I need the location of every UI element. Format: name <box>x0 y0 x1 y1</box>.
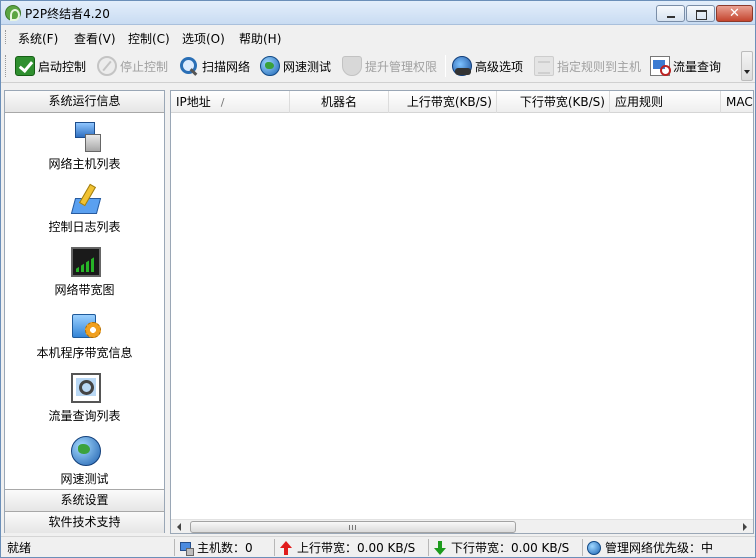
nav-label: 流量查询列表 <box>48 409 121 423</box>
status-ready-text: 就绪 <box>7 541 32 555</box>
system-info-header[interactable]: 系统运行信息 <box>5 91 164 113</box>
upload-text: 上行带宽：0.00 KB/S <box>297 541 416 555</box>
system-settings-button[interactable]: 系统设置 <box>5 489 164 511</box>
menu-grip[interactable] <box>5 30 8 44</box>
menu-view[interactable]: 查看(V) <box>71 30 119 47</box>
sort-indicator: / <box>220 96 225 109</box>
column-applied-rule[interactable]: 应用规则 <box>610 91 721 113</box>
toolbar-overflow-button[interactable] <box>741 51 753 81</box>
nav-label: 网络主机列表 <box>48 157 121 171</box>
column-upload-bandwidth[interactable]: 上行带宽(KB/S) <box>389 91 497 113</box>
close-button[interactable]: ✕ <box>716 5 753 22</box>
upload-arrow-icon <box>279 540 293 555</box>
scan-network-button[interactable]: 扫描网络 <box>179 54 250 78</box>
host-count-text: 主机数：0 <box>197 541 253 555</box>
nav-item-network-hosts[interactable]: 网络主机列表 <box>5 117 164 175</box>
column-label: IP地址 <box>176 95 211 109</box>
host-list-view: IP地址 / 机器名 上行带宽(KB/S) 下行带宽(KB/S) 应用规则 MAC… <box>170 90 754 534</box>
horizontal-scrollbar[interactable] <box>171 519 753 533</box>
app-logo-icon <box>5 5 21 21</box>
scrollbar-thumb[interactable] <box>190 521 516 533</box>
left-nav-panel: 系统运行信息 网络主机列表 控制日志列表 网络带宽图 本机程序带宽信息 流量查询… <box>4 90 165 533</box>
status-download: 下行带宽：0.00 KB/S <box>428 539 580 556</box>
list-body[interactable] <box>171 113 753 519</box>
speed-test-icon <box>71 436 101 466</box>
maximize-icon <box>687 6 714 21</box>
globe-icon <box>260 56 280 76</box>
traffic-query-button[interactable]: 流量查询 <box>650 54 721 78</box>
magnifier-icon <box>179 56 199 76</box>
menu-help[interactable]: 帮助(H) <box>236 30 284 47</box>
speed-test-button[interactable]: 网速测试 <box>260 54 331 78</box>
check-icon <box>15 56 35 76</box>
tech-support-button[interactable]: 软件技术支持 <box>5 511 164 533</box>
control-log-icon <box>71 184 101 214</box>
stop-icon <box>97 56 117 76</box>
menu-options[interactable]: 选项(O) <box>179 30 228 47</box>
close-icon: ✕ <box>729 6 740 21</box>
nav-item-program-bandwidth[interactable]: 本机程序带宽信息 <box>5 306 164 364</box>
program-bandwidth-icon <box>71 310 101 340</box>
toolbar-separator <box>445 55 446 77</box>
nav-item-traffic-query[interactable]: 流量查询列表 <box>5 369 164 427</box>
title-bar[interactable]: P2P终结者4.20 ✕ <box>1 1 755 25</box>
download-text: 下行带宽：0.00 KB/S <box>451 541 570 555</box>
nav-item-speed-test[interactable]: 网速测试 <box>5 432 164 490</box>
nav-item-bandwidth-chart[interactable]: 网络带宽图 <box>5 243 164 301</box>
nav-list: 网络主机列表 控制日志列表 网络带宽图 本机程序带宽信息 流量查询列表 网速测试 <box>5 113 164 488</box>
maximize-button[interactable] <box>686 5 715 22</box>
network-hosts-icon <box>71 121 101 152</box>
minimize-button[interactable] <box>656 5 685 22</box>
start-control-label: 启动控制 <box>38 59 87 74</box>
shield-icon <box>342 56 362 76</box>
traffic-chart-icon <box>650 56 671 76</box>
rule-icon <box>534 56 554 76</box>
status-upload: 上行带宽：0.00 KB/S <box>274 539 426 556</box>
stop-control-label: 停止控制 <box>120 59 169 74</box>
toolbar-grip[interactable] <box>5 55 8 77</box>
speed-test-label: 网速测试 <box>283 59 332 74</box>
column-download-bandwidth[interactable]: 下行带宽(KB/S) <box>497 91 610 113</box>
scroll-right-icon[interactable] <box>736 520 753 534</box>
stop-control-button[interactable]: 停止控制 <box>97 54 168 78</box>
menu-system[interactable]: 系统(F) <box>15 30 61 47</box>
status-host-count: 主机数：0 <box>174 539 272 556</box>
minimize-icon <box>657 6 684 21</box>
host-icon <box>179 541 194 556</box>
nav-label: 控制日志列表 <box>48 220 121 234</box>
network-priority-icon <box>587 540 601 555</box>
column-mac[interactable]: MACH <box>721 91 753 113</box>
status-bar: 就绪 主机数：0 上行带宽：0.00 KB/S 下行带宽：0.00 KB/S 管… <box>1 536 755 557</box>
traffic-query-label: 流量查询 <box>673 59 722 74</box>
status-ready: 就绪 <box>3 539 171 556</box>
bandwidth-chart-icon <box>71 247 101 277</box>
traffic-query-icon <box>71 373 101 403</box>
toolbar: 启动控制 停止控制 扫描网络 网速测试 提升管理权限 高级选项 指定规则到主机 <box>1 49 755 83</box>
start-control-button[interactable]: 启动控制 <box>15 54 86 78</box>
app-window: P2P终结者4.20 ✕ 系统(F) 查看(V) 控制(C) 选项(O) 帮助(… <box>0 0 756 558</box>
advanced-options-button[interactable]: 高级选项 <box>452 54 523 78</box>
column-machine-name[interactable]: 机器名 <box>290 91 389 113</box>
advanced-options-label: 高级选项 <box>475 59 524 74</box>
nav-label: 本机程序带宽信息 <box>36 346 133 360</box>
window-title: P2P终结者4.20 <box>25 7 110 21</box>
list-header: IP地址 / 机器名 上行带宽(KB/S) 下行带宽(KB/S) 应用规则 MAC… <box>171 91 753 113</box>
menu-bar: 系统(F) 查看(V) 控制(C) 选项(O) 帮助(H) <box>1 26 755 48</box>
nav-label: 网速测试 <box>60 472 109 486</box>
advanced-settings-icon <box>452 56 472 76</box>
scroll-left-icon[interactable] <box>171 520 188 534</box>
menu-control[interactable]: 控制(C) <box>125 30 173 47</box>
nav-item-control-log[interactable]: 控制日志列表 <box>5 180 164 238</box>
assign-rule-button[interactable]: 指定规则到主机 <box>534 54 641 78</box>
scan-network-label: 扫描网络 <box>202 59 251 74</box>
status-priority: 管理网络优先级：中 <box>582 539 753 556</box>
elevate-privileges-label: 提升管理权限 <box>365 59 438 74</box>
elevate-privileges-button[interactable]: 提升管理权限 <box>342 54 437 78</box>
download-arrow-icon <box>433 540 447 555</box>
priority-text: 管理网络优先级：中 <box>605 541 714 555</box>
assign-rule-label: 指定规则到主机 <box>557 59 642 74</box>
nav-label: 网络带宽图 <box>54 283 115 297</box>
column-ip-address[interactable]: IP地址 / <box>171 91 290 113</box>
